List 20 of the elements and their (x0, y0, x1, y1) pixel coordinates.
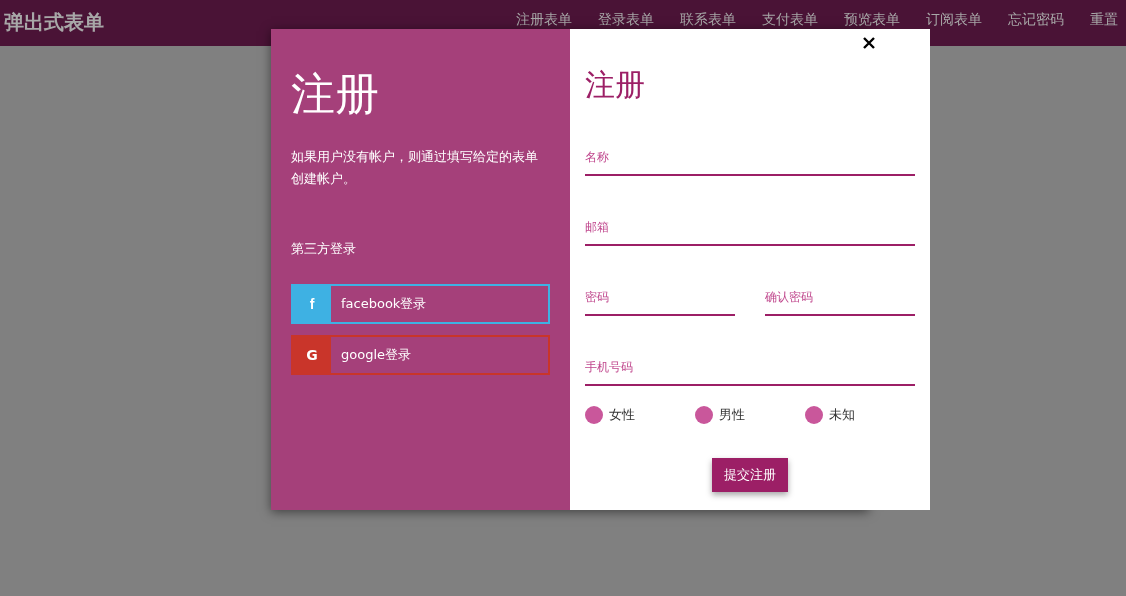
gender-radio[interactable]: 女性 (585, 406, 695, 424)
nav-link[interactable]: 重置 (1090, 11, 1118, 29)
facebook-login-button[interactable]: f facebook登录 (291, 284, 550, 324)
close-icon (863, 37, 875, 49)
nav-link[interactable]: 注册表单 (516, 11, 572, 29)
social-heading: 第三方登录 (291, 240, 357, 258)
google-login-button[interactable]: G google登录 (291, 335, 550, 375)
form-title: 注册 (585, 66, 646, 104)
nav-link[interactable]: 登录表单 (598, 11, 654, 29)
intro-title: 注册 (291, 67, 380, 121)
intro-description: 如果用户没有帐户，则通过填写给定的表单创建帐户。 (291, 148, 539, 188)
gender-radio[interactable]: 男性 (695, 406, 805, 424)
nav-link[interactable]: 订阅表单 (926, 11, 982, 29)
submit-button[interactable]: 提交注册 (712, 458, 788, 492)
gender-radio[interactable]: 未知 (805, 406, 915, 424)
nav-link[interactable]: 支付表单 (762, 11, 818, 29)
site-title: 弹出式表单 (4, 8, 104, 36)
nav-link[interactable]: 预览表单 (844, 11, 900, 29)
nav-link[interactable]: 忘记密码 (1008, 11, 1064, 29)
nav-link[interactable]: 联系表单 (680, 11, 736, 29)
